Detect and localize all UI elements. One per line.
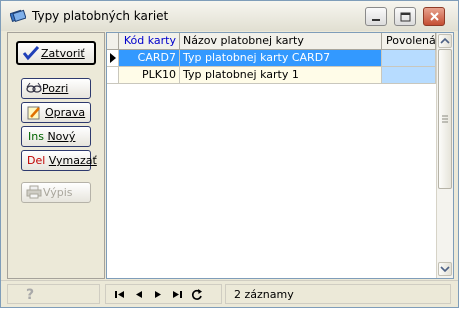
new-button[interactable]: Ins Nový <box>21 126 91 147</box>
close-form-button[interactable]: Zatvoriť <box>16 41 96 65</box>
row-indicator-row2 <box>107 67 119 84</box>
close-form-label: Zatvoriť <box>41 47 85 60</box>
command-panel: Zatvoriť Pozri Oprava Ins Nový Del Vymaz… <box>7 32 105 279</box>
window-title: Typy platobných kariet <box>32 9 169 23</box>
view-button[interactable]: Pozri <box>21 78 91 99</box>
record-count-panel: 2 záznamy <box>225 284 451 304</box>
scroll-thumb[interactable] <box>438 49 452 189</box>
print-label: Výpis <box>43 186 73 199</box>
printer-icon <box>26 185 42 202</box>
row-indicator-header <box>107 33 119 50</box>
data-grid[interactable]: Kód karty Názov platobnej karty Povolená… <box>106 32 454 279</box>
delete-shortcut: Del <box>27 154 46 167</box>
help-area: ? <box>7 284 100 304</box>
app-icon <box>9 9 27 23</box>
title-bar[interactable]: Typy platobných kariet <box>1 1 458 31</box>
first-record-icon[interactable] <box>113 288 127 301</box>
help-icon[interactable]: ? <box>24 286 38 305</box>
column-header-kod[interactable]: Kód karty <box>119 33 180 50</box>
last-record-icon[interactable] <box>170 288 184 301</box>
cell-povolena-row1[interactable] <box>382 50 436 67</box>
status-bar: ? 2 záznamy <box>1 280 458 307</box>
checkmark-icon <box>22 45 40 64</box>
delete-button[interactable]: Del Vymazať <box>21 150 97 171</box>
scroll-down-button[interactable] <box>438 262 452 276</box>
cell-povolena-row2[interactable] <box>382 67 436 84</box>
window: Typy platobných kariet Zatvoriť Pozri Op… <box>0 0 459 308</box>
row-pointer-icon <box>110 53 116 63</box>
prev-record-icon[interactable] <box>132 288 146 301</box>
edit-label: Oprava <box>45 106 86 119</box>
edit-button[interactable]: Oprava <box>21 102 91 123</box>
print-button[interactable]: Výpis <box>21 182 91 203</box>
svg-text:?: ? <box>26 287 34 302</box>
close-icon <box>430 12 439 21</box>
minimize-button[interactable] <box>365 7 387 26</box>
row-pointer-cell <box>107 50 119 67</box>
maximize-button[interactable] <box>394 7 416 26</box>
cell-kod-row1[interactable]: CARD7 <box>119 50 180 67</box>
cell-kod-row2[interactable]: PLK10 <box>119 67 180 84</box>
scroll-up-button[interactable] <box>438 34 452 48</box>
vertical-scrollbar[interactable] <box>436 33 453 278</box>
record-count: 2 záznamy <box>234 288 294 301</box>
column-header-nazov[interactable]: Názov platobnej karty <box>180 33 382 50</box>
close-button[interactable] <box>423 7 445 26</box>
view-label: Pozri <box>42 82 69 95</box>
next-record-icon[interactable] <box>151 288 165 301</box>
column-header-povolena[interactable]: Povolená <box>382 33 436 50</box>
maximize-icon <box>400 12 411 22</box>
new-label: Nový <box>47 130 76 143</box>
cell-nazov-row2[interactable]: Typ platobnej karty 1 <box>180 67 382 84</box>
cell-nazov-row1[interactable]: Typ platobnej karty CARD7 <box>180 50 382 67</box>
glasses-icon <box>26 81 42 98</box>
record-navigator <box>105 284 222 304</box>
delete-label: Vymazať <box>48 154 97 167</box>
minimize-icon <box>372 19 380 21</box>
refresh-icon[interactable] <box>190 288 204 301</box>
new-shortcut: Ins <box>28 130 44 143</box>
edit-pencil-icon <box>26 105 42 123</box>
